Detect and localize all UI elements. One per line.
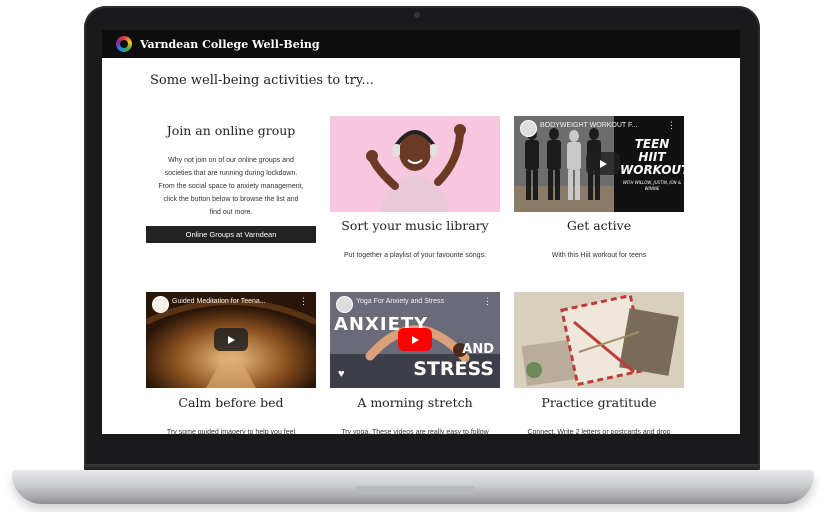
site-header: Varndean College Well-Being bbox=[102, 30, 740, 58]
laptop-notch bbox=[356, 486, 474, 494]
overlay-line: WORKOUT bbox=[620, 163, 684, 177]
calm-card-text: Try some guided imagery to help you feel bbox=[166, 429, 296, 434]
channel-avatar[interactable] bbox=[520, 120, 537, 137]
active-card: Get active bbox=[514, 218, 684, 233]
play-button-icon[interactable] bbox=[586, 152, 620, 175]
calm-card-title: Calm before bed bbox=[178, 395, 284, 410]
active-card-text: With this Hiit workout for teens bbox=[551, 252, 647, 259]
channel-avatar[interactable] bbox=[336, 296, 353, 313]
more-options-icon[interactable]: ⋮ bbox=[299, 296, 308, 307]
video-title[interactable]: BODYWEIGHT WORKOUT F... bbox=[540, 122, 637, 129]
stretch-card-text: Try yoga. These videos are really easy t… bbox=[341, 429, 489, 434]
gratitude-card-text: Connect. Write 2 letters or postcards an… bbox=[527, 429, 671, 434]
hiit-video[interactable]: BODYWEIGHT WORKOUT F... ⋮ TEEN HIIT WORK… bbox=[514, 116, 684, 212]
music-image[interactable] bbox=[330, 116, 500, 212]
page-heading: Some well-being activities to try... bbox=[150, 73, 374, 88]
overlay-small: WITH WILLOW, JUSTIN, ION & WINNIE bbox=[622, 180, 682, 191]
letters-illustration bbox=[514, 292, 684, 388]
stretch-card-title: A morning stretch bbox=[357, 395, 473, 410]
music-card-text: Put together a playlist of your favourit… bbox=[343, 252, 487, 259]
music-card: Sort your music library bbox=[330, 218, 500, 233]
camera bbox=[414, 12, 420, 18]
text-line: Why not join on of our online groups and bbox=[168, 157, 294, 164]
yoga-video[interactable]: Yoga For Anxiety and Stress ⋮ ANXIETY AN… bbox=[330, 292, 500, 388]
text-line: From the social space to anxiety managem… bbox=[158, 183, 304, 190]
text-line: societies that are running during lockdo… bbox=[164, 170, 298, 177]
calm-card: Calm before bed bbox=[146, 395, 316, 410]
hiit-overlay-text: TEEN HIIT WORKOUT WITH WILLOW, JUSTIN, I… bbox=[620, 138, 684, 192]
text-line: find out more. bbox=[209, 209, 253, 216]
stress-overlay-text: STRESS bbox=[413, 358, 494, 380]
online-group-title: Join an online group bbox=[166, 123, 296, 138]
music-person-illustration bbox=[366, 124, 466, 212]
active-card-title: Get active bbox=[566, 218, 632, 233]
more-options-icon[interactable]: ⋮ bbox=[667, 120, 676, 131]
gratitude-image[interactable] bbox=[514, 292, 684, 388]
online-group-section: Join an online group bbox=[146, 123, 316, 138]
online-group-text: Why not join on of our online groups and… bbox=[142, 154, 320, 219]
college-logo-icon[interactable] bbox=[116, 36, 132, 52]
video-title[interactable]: Yoga For Anxiety and Stress bbox=[356, 298, 444, 305]
screen: Varndean College Well-Being Some well-be… bbox=[102, 30, 740, 434]
stretch-card: A morning stretch bbox=[330, 395, 500, 410]
text-line: click the button below to browse the lis… bbox=[163, 196, 299, 203]
gratitude-card: Practice gratitude bbox=[514, 395, 684, 410]
heart-icon: ♥ bbox=[338, 368, 345, 380]
meditation-video[interactable]: Guided Meditation for Teena... ⋮ bbox=[146, 292, 316, 388]
online-groups-button[interactable]: Online Groups at Varndean bbox=[146, 226, 316, 243]
play-button-icon[interactable] bbox=[398, 328, 432, 351]
play-button-icon[interactable] bbox=[214, 328, 248, 351]
music-card-title: Sort your music library bbox=[341, 218, 489, 233]
channel-avatar[interactable] bbox=[152, 296, 169, 313]
video-title[interactable]: Guided Meditation for Teena... bbox=[172, 298, 266, 305]
site-title[interactable]: Varndean College Well-Being bbox=[140, 38, 320, 51]
more-options-icon[interactable]: ⋮ bbox=[483, 296, 492, 307]
gratitude-card-title: Practice gratitude bbox=[541, 395, 657, 410]
and-overlay-text: AND bbox=[462, 342, 494, 357]
